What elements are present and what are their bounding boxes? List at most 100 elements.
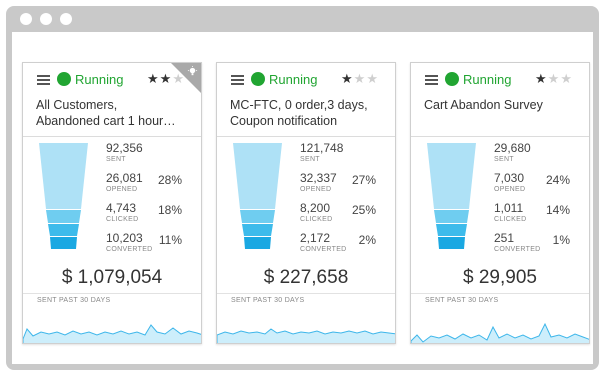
star-icon[interactable]: ★ [341, 71, 354, 86]
stat-label: CLICKED [106, 216, 139, 223]
rating-stars[interactable]: ★★★ [535, 71, 573, 87]
stat-sent: 92,356 SENT [106, 141, 196, 171]
campaign-title-line: MC-FTC, 0 order,3 days, [230, 98, 368, 112]
stat-label: CONVERTED [300, 246, 347, 253]
dashboard-viewport: Running ★★★ All Customers, Abandoned car… [12, 32, 593, 364]
campaign-title[interactable]: MC-FTC, 0 order,3 days, Coupon notificat… [230, 97, 390, 129]
menu-icon[interactable] [231, 75, 244, 85]
campaign-card-header: Running ★★★ Cart Abandon Survey [411, 63, 589, 137]
funnel-stats: 92,356 SENT 26,081 OPENED 28% 4,743 CLICKED 1… [106, 141, 196, 261]
stat-value: 7,030 [494, 171, 525, 185]
revenue-total: $ 29,905 [463, 267, 537, 288]
campaign-card-header: Running ★★★ MC-FTC, 0 order,3 days, Coup… [217, 63, 395, 137]
campaign-card-header: Running ★★★ All Customers, Abandoned car… [23, 63, 201, 137]
star-icon[interactable]: ★ [535, 71, 548, 86]
stat-sent: 29,680 SENT [494, 141, 584, 171]
sent-past-30-days-label: SENT PAST 30 DAYS [411, 293, 589, 305]
stat-label: CLICKED [300, 216, 333, 223]
sent-sparkline [411, 322, 589, 343]
stat-percent: 28% [157, 173, 182, 187]
funnel-opened [240, 210, 275, 223]
stat-percent: 24% [545, 173, 570, 187]
window-control-dot[interactable] [40, 13, 52, 25]
campaign-card[interactable]: Running ★★★ All Customers, Abandoned car… [22, 62, 202, 344]
campaign-title-line: Abandoned cart 1 hour… [36, 114, 176, 128]
stat-value: 251 [494, 231, 515, 245]
stat-percent: 11% [158, 233, 182, 247]
stat-value: 10,203 [106, 231, 143, 245]
star-icon[interactable]: ★ [366, 71, 379, 86]
stat-value: 32,337 [300, 171, 337, 185]
campaign-card[interactable]: Running ★★★ Cart Abandon Survey 29,680 SE… [410, 62, 590, 344]
sent-past-30-days-label: SENT PAST 30 DAYS [23, 293, 201, 305]
browser-titlebar [6, 6, 599, 32]
sent-sparkline [217, 328, 395, 343]
stat-value: 2,172 [300, 231, 331, 245]
stat-label: CLICKED [494, 216, 527, 223]
stat-converted: 2,172 CONVERTED 2% [300, 231, 390, 261]
stat-clicked: 4,743 CLICKED 18% [106, 201, 196, 231]
campaign-card[interactable]: Running ★★★ MC-FTC, 0 order,3 days, Coup… [216, 62, 396, 344]
campaign-title[interactable]: All Customers, Abandoned cart 1 hour… [36, 97, 196, 129]
funnel-converted [50, 237, 77, 249]
stat-value: 121,748 [300, 141, 344, 155]
sent-past-30-days-label: SENT PAST 30 DAYS [217, 293, 395, 305]
sent-sparkline [23, 324, 201, 343]
campaign-title-line: Cart Abandon Survey [424, 98, 543, 112]
stat-label: OPENED [494, 186, 526, 193]
stat-opened: 26,081 OPENED 28% [106, 171, 196, 201]
funnel-clicked [48, 224, 79, 236]
star-icon[interactable]: ★ [147, 71, 160, 86]
menu-icon[interactable] [425, 75, 438, 85]
funnel-stats: 121,748 SENT 32,337 OPENED 27% 8,200 CLICKED… [300, 141, 390, 261]
star-icon[interactable]: ★ [548, 71, 561, 86]
status-indicator [57, 72, 71, 86]
campaign-title[interactable]: Cart Abandon Survey [424, 97, 584, 113]
star-icon[interactable]: ★ [560, 71, 573, 86]
stat-value: 8,200 [300, 201, 331, 215]
stat-value: 26,081 [106, 171, 143, 185]
campaign-title-line: All Customers, [36, 98, 118, 112]
status-label: Running [463, 72, 512, 87]
funnel-opened [434, 210, 469, 223]
funnel-converted [244, 237, 271, 249]
star-icon[interactable]: ★ [354, 71, 367, 86]
stat-clicked: 1,011 CLICKED 14% [494, 201, 584, 231]
stat-value: 4,743 [106, 201, 137, 215]
conversion-funnel [233, 143, 282, 249]
stat-value: 92,356 [106, 141, 143, 155]
browser-window: Running ★★★ All Customers, Abandoned car… [6, 6, 599, 370]
status-label: Running [75, 72, 124, 87]
sparkline-area [23, 324, 201, 343]
stat-label: OPENED [300, 186, 332, 193]
stat-percent: 18% [157, 203, 182, 217]
stat-percent: 14% [545, 203, 570, 217]
stat-label: CONVERTED [106, 246, 153, 253]
window-control-dot[interactable] [20, 13, 32, 25]
revenue-total: $ 227,658 [263, 267, 349, 288]
funnel-sent [39, 143, 88, 209]
stat-sent: 121,748 SENT [300, 141, 390, 171]
rating-stars[interactable]: ★★★ [341, 71, 379, 87]
window-control-dot[interactable] [60, 13, 72, 25]
stat-label: SENT [106, 156, 126, 163]
lightbulb-icon [187, 66, 198, 76]
stat-converted: 251 CONVERTED 1% [494, 231, 584, 261]
campaign-title-line: Coupon notification [230, 114, 338, 128]
stat-value: 1,011 [494, 201, 524, 215]
conversion-funnel [427, 143, 476, 249]
funnel-clicked [436, 224, 467, 236]
stat-percent: 25% [351, 203, 376, 217]
conversion-funnel [39, 143, 88, 249]
stat-opened: 7,030 OPENED 24% [494, 171, 584, 201]
menu-icon[interactable] [37, 75, 50, 85]
stat-converted: 10,203 CONVERTED 11% [106, 231, 196, 261]
stat-label: OPENED [106, 186, 138, 193]
stat-percent: 27% [351, 173, 376, 187]
funnel-sent [233, 143, 282, 209]
stat-percent: 2% [358, 233, 376, 247]
stat-clicked: 8,200 CLICKED 25% [300, 201, 390, 231]
stat-value: 29,680 [494, 141, 531, 155]
funnel-clicked [242, 224, 273, 236]
stat-label: CONVERTED [494, 246, 541, 253]
